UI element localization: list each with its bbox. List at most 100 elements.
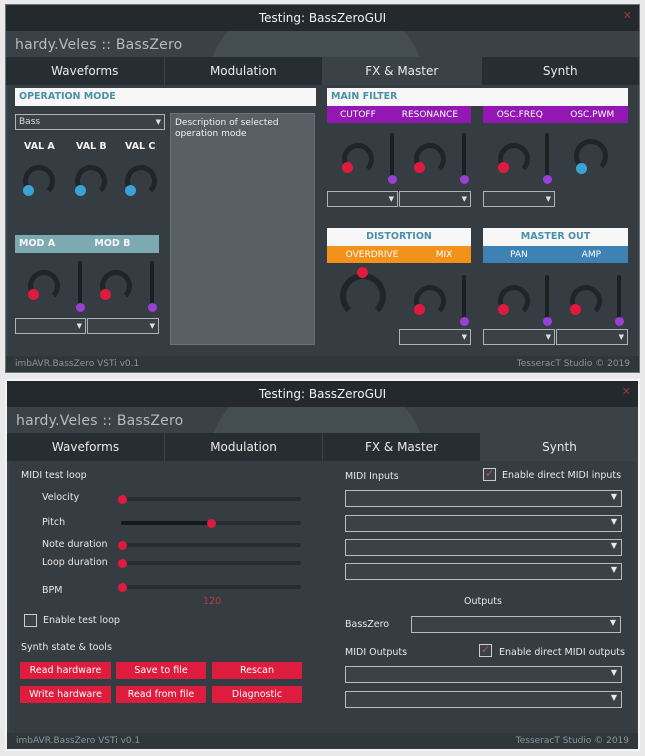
distortion-labels: OVERDRIVE MIX: [327, 246, 471, 263]
bpm-value: 120: [203, 596, 222, 607]
val-b-knob[interactable]: [75, 165, 107, 197]
chevron-down-icon: ▼: [388, 195, 394, 203]
slider-thumb[interactable]: [147, 303, 157, 312]
tab-synth[interactable]: Synth: [481, 57, 639, 85]
slider-thumb[interactable]: [118, 494, 127, 504]
val-c-knob[interactable]: [125, 165, 157, 197]
footer-version: imbAVR.BassZero VSTi v0.1: [16, 736, 141, 746]
slider-thumb[interactable]: [118, 558, 127, 568]
close-icon[interactable]: ✕: [623, 9, 632, 22]
note-duration-slider[interactable]: [118, 540, 301, 550]
bpm-slider[interactable]: [118, 582, 301, 592]
brand-title: hardy.Veles :: BassZero: [15, 37, 183, 53]
slider-thumb[interactable]: [207, 518, 216, 528]
bpm-label: BPM: [42, 585, 63, 596]
cutoff-select[interactable]: ▼: [327, 191, 398, 207]
slider-thumb[interactable]: [387, 175, 397, 184]
cutoff-label: CUTOFF: [339, 109, 376, 120]
mod-a-select[interactable]: ▼: [15, 318, 86, 334]
window-title: Testing: BassZeroGUI: [258, 11, 387, 25]
mod-a-knob[interactable]: [28, 270, 60, 302]
amp-label: AMP: [581, 249, 602, 260]
slider-thumb[interactable]: [542, 317, 552, 326]
write-hardware-button[interactable]: Write hardware: [20, 686, 111, 703]
osc-freq-slider[interactable]: [542, 133, 552, 184]
tab-waveforms[interactable]: Waveforms: [7, 433, 165, 461]
chevron-down-icon: ▼: [461, 195, 467, 203]
read-hardware-button[interactable]: Read hardware: [20, 662, 111, 679]
enable-midi-outputs-checkbox[interactable]: [479, 643, 492, 657]
title-bar[interactable]: Testing: BassZeroGUI ✕: [7, 381, 638, 407]
midi-output-select-1[interactable]: ▼: [345, 666, 622, 683]
mix-select[interactable]: ▼: [399, 329, 471, 345]
cutoff-knob[interactable]: [342, 143, 374, 175]
mod-b-label: MOD B: [94, 238, 131, 249]
resonance-slider[interactable]: [459, 133, 469, 184]
mod-b-knob[interactable]: [100, 270, 132, 302]
velocity-slider[interactable]: [118, 494, 301, 504]
midi-input-select-2[interactable]: ▼: [345, 515, 622, 532]
enable-midi-outputs-label: Enable direct MIDI outputs: [499, 647, 625, 658]
enable-test-loop-checkbox[interactable]: [24, 614, 37, 627]
plugin-content: hardy.Veles :: BassZero Waveforms Modula…: [6, 31, 639, 372]
osc-pwm-knob[interactable]: [574, 139, 608, 174]
midi-input-select-1[interactable]: ▼: [345, 490, 622, 507]
resonance-knob[interactable]: [414, 143, 446, 175]
knob-indicator: [75, 185, 86, 196]
enable-midi-inputs-checkbox[interactable]: [483, 467, 496, 481]
slider-thumb[interactable]: [75, 303, 85, 312]
read-from-file-button[interactable]: Read from file: [116, 686, 206, 703]
mod-b-slider[interactable]: [147, 261, 157, 312]
mod-b-select[interactable]: ▼: [87, 318, 159, 334]
cutoff-slider[interactable]: [387, 133, 397, 184]
val-a-knob[interactable]: [23, 165, 55, 197]
operation-mode-select[interactable]: Bass ▼: [15, 114, 165, 130]
amp-slider[interactable]: [614, 275, 624, 326]
knob-indicator: [28, 289, 39, 300]
pitch-slider[interactable]: [121, 518, 301, 528]
midi-input-select-3[interactable]: ▼: [345, 539, 622, 556]
plugin-content: hardy.Veles :: BassZero Waveforms Modula…: [7, 407, 638, 749]
osc-freq-select[interactable]: ▼: [483, 191, 555, 207]
resonance-select[interactable]: ▼: [399, 191, 471, 207]
val-a-label: VAL A: [24, 141, 55, 152]
save-to-file-button[interactable]: Save to file: [116, 662, 206, 679]
mod-a-slider[interactable]: [75, 261, 85, 312]
midi-output-select-2[interactable]: ▼: [345, 691, 622, 708]
pan-knob[interactable]: [498, 285, 530, 317]
slider-thumb[interactable]: [459, 175, 469, 184]
amp-knob[interactable]: [570, 285, 602, 317]
slider-thumb[interactable]: [459, 317, 469, 326]
mix-knob[interactable]: [414, 285, 446, 317]
close-icon[interactable]: ✕: [622, 385, 631, 398]
tab-synth[interactable]: Synth: [481, 433, 638, 461]
loop-duration-slider[interactable]: [118, 558, 301, 568]
pan-slider[interactable]: [542, 275, 552, 326]
basszero-output-select[interactable]: ▼: [411, 616, 621, 633]
title-bar[interactable]: Testing: BassZeroGUI ✕: [6, 5, 639, 31]
tab-fx-master[interactable]: FX & Master: [323, 57, 482, 85]
slider-thumb[interactable]: [614, 317, 624, 326]
tab-waveforms[interactable]: Waveforms: [6, 57, 165, 85]
overdrive-knob[interactable]: [340, 267, 386, 319]
tab-modulation[interactable]: Modulation: [164, 57, 323, 85]
knob-indicator: [576, 163, 587, 174]
pan-select[interactable]: ▼: [483, 329, 555, 345]
chevron-down-icon: ▼: [610, 492, 617, 501]
tab-fx-master[interactable]: FX & Master: [323, 433, 481, 461]
diagnostic-button[interactable]: Diagnostic: [212, 686, 302, 703]
slider-thumb[interactable]: [118, 540, 127, 550]
chevron-down-icon: ▼: [609, 618, 616, 627]
slider-thumb[interactable]: [542, 175, 552, 184]
osc-freq-knob[interactable]: [498, 143, 530, 175]
slider-thumb[interactable]: [118, 582, 127, 592]
amp-select[interactable]: ▼: [556, 329, 628, 345]
rescan-button[interactable]: Rescan: [212, 662, 302, 679]
midi-input-select-4[interactable]: ▼: [345, 563, 622, 580]
synth-tools-header: Synth state & tools: [21, 642, 112, 653]
mix-slider[interactable]: [459, 275, 469, 326]
knob-indicator: [498, 304, 509, 315]
chevron-down-icon: ▼: [545, 195, 551, 203]
tab-modulation[interactable]: Modulation: [165, 433, 323, 461]
enable-test-loop-label: Enable test loop: [43, 615, 120, 626]
